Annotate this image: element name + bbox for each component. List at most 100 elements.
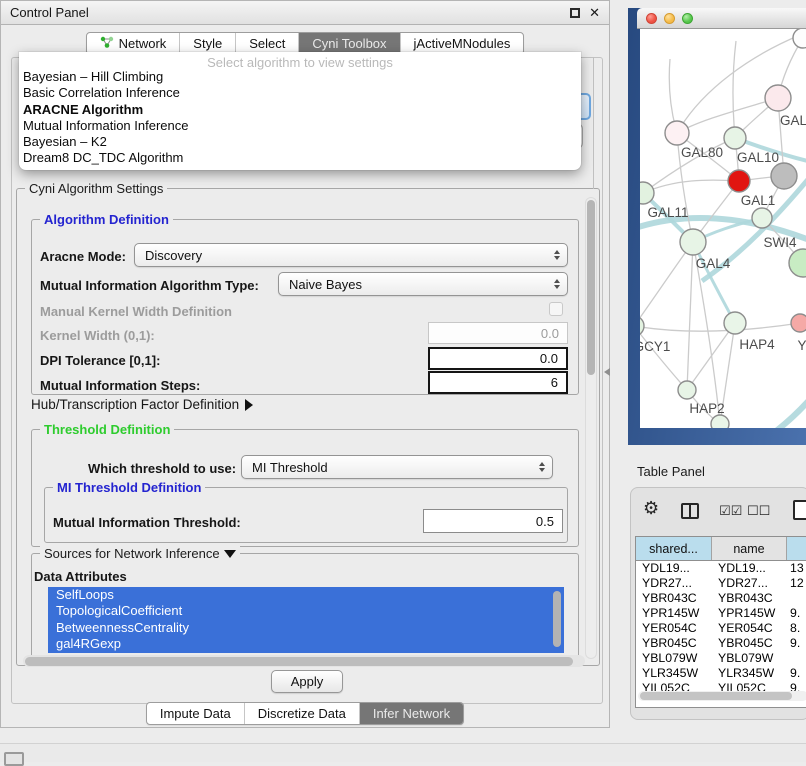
network-window-titlebar[interactable] <box>637 8 806 29</box>
tab-discretize-data[interactable]: Discretize Data <box>244 703 359 724</box>
gear-icon[interactable]: ⚙ <box>643 500 659 518</box>
cell: YLR345W <box>636 666 712 681</box>
mi-algorithm-type-select[interactable]: Naive Bayes <box>278 272 568 296</box>
table-row[interactable]: YBL079WYBL079W <box>636 651 806 666</box>
cell: YDL19... <box>712 561 787 576</box>
table-row[interactable]: YDL19...YDL19...13 <box>636 561 806 576</box>
dock-panel-icon[interactable] <box>4 752 24 766</box>
mi-steps-field[interactable]: 6 <box>428 371 568 394</box>
close-traffic-light-icon[interactable] <box>646 13 657 24</box>
settings-horizontal-scrollbar[interactable] <box>23 655 585 667</box>
apply-button[interactable]: Apply <box>271 670 343 693</box>
attribute-gal4rgexp[interactable]: gal4RGexp <box>48 636 564 652</box>
table-horizontal-scrollbar[interactable] <box>638 691 806 701</box>
node-label: GAL10 <box>737 150 779 165</box>
algorithm-option-dream8-dc-tdc-algorithm[interactable]: Dream8 DC_TDC Algorithm <box>19 150 581 166</box>
dpi-tolerance-field[interactable]: 0.0 <box>428 347 568 370</box>
attribute-selfloops[interactable]: SelfLoops <box>48 587 564 603</box>
dropdown-prompt: Select algorithm to view settings <box>19 52 581 69</box>
network-node[interactable] <box>752 208 772 228</box>
unchecked-boxes-icon[interactable]: ☐☐ <box>747 504 770 519</box>
scrollbar-thumb[interactable] <box>587 200 595 375</box>
sources-expander[interactable]: Sources for Network Inference <box>40 546 240 561</box>
tab-network[interactable]: Network <box>87 33 180 54</box>
algorithm-option-mutual-information-inference[interactable]: Mutual Information Inference <box>19 118 581 134</box>
group-title: Threshold Definition <box>40 422 174 437</box>
panel-splitter-handle[interactable] <box>604 368 610 376</box>
network-canvas[interactable]: GAL7GAL80GAL10GAL1GAL11GAL4SWI4GCY1HAP4Y… <box>640 29 806 428</box>
network-node[interactable] <box>765 85 791 111</box>
aracne-mode-select[interactable]: Discovery <box>134 243 568 267</box>
status-strip <box>0 743 806 762</box>
table-row[interactable]: YLR345WYLR345W9. <box>636 666 806 681</box>
sources-group: Sources for Network Inference Data Attri… <box>31 553 579 665</box>
network-node[interactable] <box>791 314 806 332</box>
network-node[interactable] <box>711 415 729 428</box>
spinner-arrows-icon <box>554 250 560 260</box>
kernel-width-field[interactable]: 0.0 <box>428 322 568 344</box>
network-node[interactable] <box>771 163 797 189</box>
table-row[interactable]: YBR043CYBR043C <box>636 591 806 606</box>
attribute-topologicalcoefficient[interactable]: TopologicalCoefficient <box>48 603 564 619</box>
mi-threshold-field[interactable]: 0.5 <box>423 509 563 533</box>
tab-select[interactable]: Select <box>235 33 298 54</box>
minimize-traffic-light-icon[interactable] <box>664 13 675 24</box>
data-attributes-list[interactable]: SelfLoopsTopologicalCoefficientBetweenne… <box>48 587 564 653</box>
float-window-icon[interactable] <box>570 8 580 18</box>
columns-icon[interactable] <box>681 503 699 519</box>
checked-boxes-icon[interactable]: ☑☑ <box>719 504 742 519</box>
cell: YPR145W <box>712 606 787 621</box>
tab-jactivemnodules[interactable]: jActiveMNodules <box>400 33 524 54</box>
algorithm-option-bayesian-hill-climbing[interactable]: Bayesian – Hill Climbing <box>19 69 581 85</box>
network-node[interactable] <box>640 316 644 336</box>
network-icon <box>100 36 114 52</box>
network-node[interactable] <box>724 312 746 334</box>
algorithm-option-aracne-algorithm[interactable]: ARACNE Algorithm <box>19 102 581 118</box>
zoom-traffic-light-icon[interactable] <box>682 13 693 24</box>
hub-transcription-factor-expander[interactable]: Hub/Transcription Factor Definition <box>31 397 253 412</box>
table-row[interactable]: YBR045CYBR045C9. <box>636 636 806 651</box>
manual-kernel-width-checkbox[interactable] <box>549 302 563 316</box>
table-row[interactable]: YPR145WYPR145W9. <box>636 606 806 621</box>
tab-style[interactable]: Style <box>179 33 235 54</box>
scrollbar-thumb[interactable] <box>25 657 573 666</box>
cell <box>787 591 806 606</box>
column-header-cut[interactable] <box>787 537 806 560</box>
tab-cyni-toolbox[interactable]: Cyni Toolbox <box>298 33 399 54</box>
network-node[interactable] <box>789 249 806 277</box>
function-builder-icon[interactable] <box>793 500 806 520</box>
column-header-shared[interactable]: shared... <box>636 537 712 560</box>
list-scrollbar-thumb[interactable] <box>553 591 561 647</box>
tab-label: Network <box>119 36 167 51</box>
network-node[interactable] <box>728 170 750 192</box>
network-node[interactable] <box>793 29 806 48</box>
network-node[interactable] <box>678 381 696 399</box>
which-threshold-select[interactable]: MI Threshold <box>241 455 553 479</box>
table-row[interactable]: YER054CYER054C8. <box>636 621 806 636</box>
network-view-window: GAL7GAL80GAL10GAL1GAL11GAL4SWI4GCY1HAP4Y… <box>628 8 806 445</box>
spinner-arrows-icon <box>539 462 545 472</box>
network-node[interactable] <box>724 127 746 149</box>
network-edge <box>687 323 735 390</box>
cell: 9. <box>787 636 806 651</box>
table-row[interactable]: YDR27...YDR27...12 <box>636 576 806 591</box>
scrollbar-thumb[interactable] <box>640 692 792 700</box>
cell: YBR043C <box>712 591 787 606</box>
group-title: Algorithm Definition <box>40 212 173 227</box>
column-header-name[interactable]: name <box>712 537 787 560</box>
tab-infer-network[interactable]: Infer Network <box>359 703 463 724</box>
algorithm-option-bayesian-k2[interactable]: Bayesian – K2 <box>19 134 581 150</box>
settings-vertical-scrollbar[interactable] <box>585 197 597 659</box>
algorithm-option-basic-correlation-inference[interactable]: Basic Correlation Inference <box>19 85 581 101</box>
attribute-betweennesscentrality[interactable]: BetweennessCentrality <box>48 620 564 636</box>
tab-impute-data[interactable]: Impute Data <box>147 703 244 724</box>
cell: YDR27... <box>712 576 787 591</box>
network-node[interactable] <box>665 121 689 145</box>
mi-threshold-label: Mutual Information Threshold: <box>53 515 241 530</box>
tab-label: Cyni Toolbox <box>312 36 386 51</box>
cell: YDL19... <box>636 561 712 576</box>
tab-label: Impute Data <box>160 706 231 721</box>
network-node[interactable] <box>680 229 706 255</box>
spinner-arrows-icon <box>554 279 560 289</box>
close-icon[interactable]: ✕ <box>589 8 600 18</box>
